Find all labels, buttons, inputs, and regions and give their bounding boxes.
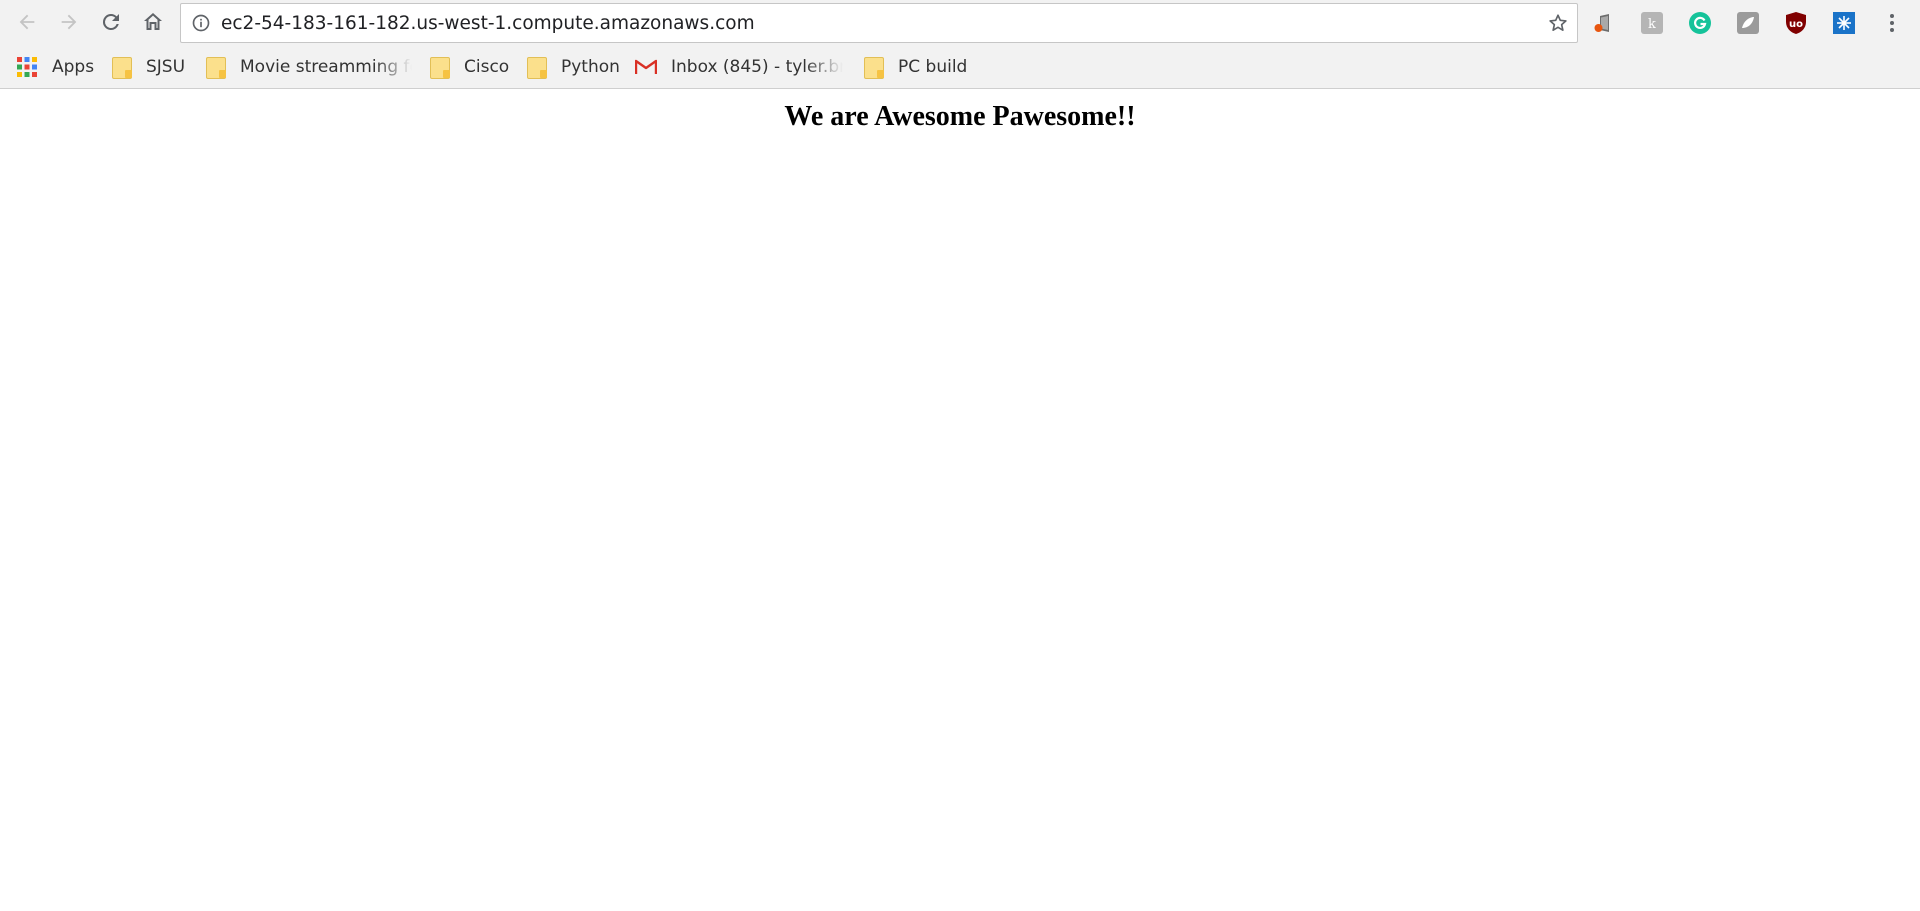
star-icon[interactable] [1547, 12, 1569, 34]
address-bar[interactable]: ec2-54-183-161-182.us-west-1.compute.ama… [180, 3, 1578, 43]
ublock-extension-icon[interactable]: uo [1784, 11, 1808, 35]
kami-extension-icon[interactable]: k [1640, 11, 1664, 35]
bookmarks-bar: Apps SJSU Movie streamming fo Cisco Pyth… [0, 47, 1920, 87]
folder-icon [525, 56, 547, 79]
bookmark-folder-pc-build[interactable]: PC build [862, 54, 967, 80]
browser-toolbar: ec2-54-183-161-182.us-west-1.compute.ama… [0, 0, 1920, 46]
web-page-content: We are Awesome Pawesome!! [0, 90, 1920, 911]
svg-text:uo: uo [1789, 19, 1803, 30]
bookmark-label: PC build [898, 57, 968, 77]
bookmark-apps[interactable]: Apps [16, 54, 94, 80]
bookmark-folder-movie-streaming[interactable]: Movie streamming fo [204, 54, 412, 80]
info-icon[interactable] [191, 13, 211, 33]
grammarly-extension-icon[interactable] [1688, 11, 1712, 35]
bookmark-label: Movie streamming fo [240, 57, 412, 77]
arrow-right-icon [61, 14, 77, 30]
url-text[interactable]: ec2-54-183-161-182.us-west-1.compute.ama… [221, 13, 755, 34]
folder-icon [110, 56, 132, 79]
more-vert-icon[interactable] [1880, 11, 1904, 35]
browser-chrome: ec2-54-183-161-182.us-west-1.compute.ama… [0, 0, 1920, 89]
office-extension-icon[interactable] [1592, 11, 1616, 35]
blue-snowflake-extension-icon[interactable] [1832, 11, 1856, 35]
gray-extension-icon[interactable] [1736, 11, 1760, 35]
bookmark-folder-sjsu[interactable]: SJSU [110, 54, 185, 80]
bookmark-label: Cisco [464, 57, 510, 77]
bookmark-label: Apps [52, 57, 95, 77]
folder-icon [204, 56, 226, 79]
bookmark-label: SJSU [146, 57, 186, 77]
bookmark-label: Inbox (845) - tyler.bru [671, 57, 843, 77]
svg-text:k: k [1648, 17, 1656, 32]
home-icon [144, 13, 162, 30]
reload-icon [102, 13, 119, 30]
bookmark-folder-python[interactable]: Python [525, 54, 620, 80]
forward-button[interactable] [54, 7, 84, 37]
bookmark-label: Python [561, 57, 620, 77]
apps-grid-icon [16, 56, 38, 78]
back-button[interactable] [12, 7, 42, 37]
gmail-icon [635, 56, 657, 78]
bookmark-folder-cisco[interactable]: Cisco [428, 54, 509, 80]
reload-button[interactable] [96, 7, 126, 37]
page-heading: We are Awesome Pawesome!! [784, 101, 1136, 132]
folder-icon [862, 56, 884, 79]
arrow-left-icon [19, 14, 35, 30]
folder-icon [428, 56, 450, 79]
home-button[interactable] [138, 7, 168, 37]
bookmark-gmail-inbox[interactable]: Inbox (845) - tyler.bru [635, 54, 843, 80]
